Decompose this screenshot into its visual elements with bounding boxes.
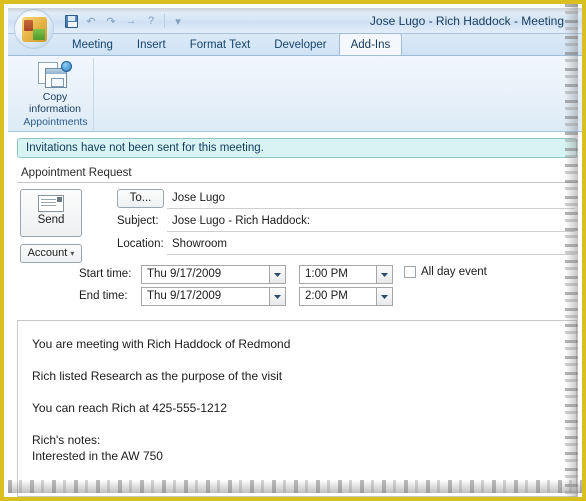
help-button[interactable]: ?: [142, 12, 160, 30]
account-label: Account: [27, 247, 68, 259]
ribbon-tab-strip: Meeting Insert Format Text Developer Add…: [8, 33, 582, 56]
toolbar-divider: [164, 14, 165, 28]
customize-toolbar-button[interactable]: ▾: [169, 12, 187, 30]
field-row-location: Location: Showroom: [93, 235, 575, 255]
quick-access-toolbar: ↶ ↷ → ? ▾: [58, 11, 191, 31]
all-day-event-label: All day event: [421, 266, 487, 278]
start-time-label: Start time:: [79, 268, 132, 280]
meeting-form: Invitations have not been sent for this …: [8, 138, 582, 497]
message-body[interactable]: You are meeting with Rich Haddock of Red…: [17, 320, 577, 497]
forward-button[interactable]: →: [122, 12, 140, 30]
screenshot-frame: ↶ ↷ → ? ▾ Jose Lugo - Rich Haddock - Mee…: [0, 0, 586, 501]
end-date-dropdown-icon[interactable]: [269, 288, 285, 305]
send-button[interactable]: Send: [20, 189, 82, 237]
send-button-label: Send: [37, 214, 65, 226]
end-time-combobox[interactable]: 2:00 PM: [299, 287, 393, 306]
field-row-start-time: Start time: Thu 9/17/2009 1:00 PM All da…: [79, 265, 575, 285]
forward-icon: →: [125, 15, 137, 27]
start-time-combobox[interactable]: 1:00 PM: [299, 265, 393, 284]
checkbox-icon[interactable]: [404, 266, 416, 278]
subject-input[interactable]: Jose Lugo - Rich Haddock:: [167, 212, 575, 232]
tab-format-text[interactable]: Format Text: [178, 34, 263, 55]
to-button[interactable]: To...: [117, 189, 164, 208]
end-time-dropdown-icon[interactable]: [376, 288, 392, 305]
body-line-3: You can reach Rich at 425-555-1212: [32, 401, 228, 415]
chevron-down-icon: ▾: [70, 249, 75, 258]
end-date-combobox[interactable]: Thu 9/17/2009: [141, 287, 286, 306]
copy-label-line1: Copy: [42, 91, 68, 103]
ribbon-group-label: Appointments: [23, 116, 88, 128]
tab-insert[interactable]: Insert: [125, 34, 178, 55]
chevron-down-icon: ▾: [175, 15, 181, 28]
title-bar: ↶ ↷ → ? ▾ Jose Lugo - Rich Haddock - Mee…: [8, 8, 582, 49]
undo-icon: ↶: [86, 15, 96, 28]
start-time-dropdown-icon[interactable]: [376, 266, 392, 283]
end-date-value: Thu 9/17/2009: [147, 290, 222, 302]
info-banner: Invitations have not been sent for this …: [17, 138, 577, 158]
start-date-value: Thu 9/17/2009: [147, 268, 222, 280]
redo-button[interactable]: ↷: [102, 12, 120, 30]
window-title: Jose Lugo - Rich Haddock - Meeting: [369, 14, 564, 28]
form-fields: Send Account ▾ To... Jose Lugo Subject: …: [17, 187, 577, 307]
start-date-dropdown-icon[interactable]: [269, 266, 285, 283]
account-dropdown-button[interactable]: Account ▾: [20, 244, 82, 263]
tab-meeting[interactable]: Meeting: [60, 34, 125, 55]
tab-developer[interactable]: Developer: [262, 34, 338, 55]
field-row-end-time: End time: Thu 9/17/2009 2:00 PM: [79, 287, 575, 307]
start-time-value: 1:00 PM: [305, 268, 348, 280]
office-logo-icon: [22, 17, 47, 42]
copy-information-label: Copy information: [18, 91, 92, 115]
field-row-to: To... Jose Lugo: [93, 189, 575, 209]
copy-label-line2: information: [29, 102, 81, 115]
body-line-5: Interested in the AW 750: [32, 449, 163, 463]
start-date-combobox[interactable]: Thu 9/17/2009: [141, 265, 286, 284]
help-icon: ?: [147, 15, 155, 27]
save-button[interactable]: [62, 12, 80, 30]
location-input[interactable]: Showroom: [167, 235, 575, 255]
to-input[interactable]: Jose Lugo: [167, 189, 575, 209]
copy-information-button[interactable]: Copy information: [18, 58, 92, 115]
body-line-1: You are meeting with Rich Haddock of Red…: [32, 337, 291, 351]
outlook-meeting-window: ↶ ↷ → ? ▾ Jose Lugo - Rich Haddock - Mee…: [8, 8, 582, 497]
ribbon: Copy information Appointments: [8, 56, 582, 132]
end-time-label: End time:: [79, 290, 128, 302]
body-line-2: Rich listed Research as the purpose of t…: [32, 369, 283, 383]
save-icon: [64, 14, 78, 28]
envelope-icon: [38, 195, 64, 212]
end-time-value: 2:00 PM: [305, 290, 348, 302]
tab-add-ins[interactable]: Add-Ins: [338, 33, 403, 55]
section-header: Appointment Request: [17, 164, 577, 183]
undo-button[interactable]: ↶: [82, 12, 100, 30]
redo-icon: ↷: [106, 15, 116, 28]
copy-arrow-icon: [61, 61, 72, 72]
field-row-subject: Subject: Jose Lugo - Rich Haddock:: [93, 212, 575, 232]
office-orb-button[interactable]: [14, 9, 54, 49]
all-day-event-checkbox[interactable]: All day event: [404, 266, 487, 278]
body-line-4: Rich's notes:: [32, 433, 101, 447]
ribbon-group-appointments: Copy information Appointments: [18, 58, 94, 130]
copy-information-icon: [38, 61, 72, 91]
send-column: Send Account ▾: [20, 189, 84, 263]
